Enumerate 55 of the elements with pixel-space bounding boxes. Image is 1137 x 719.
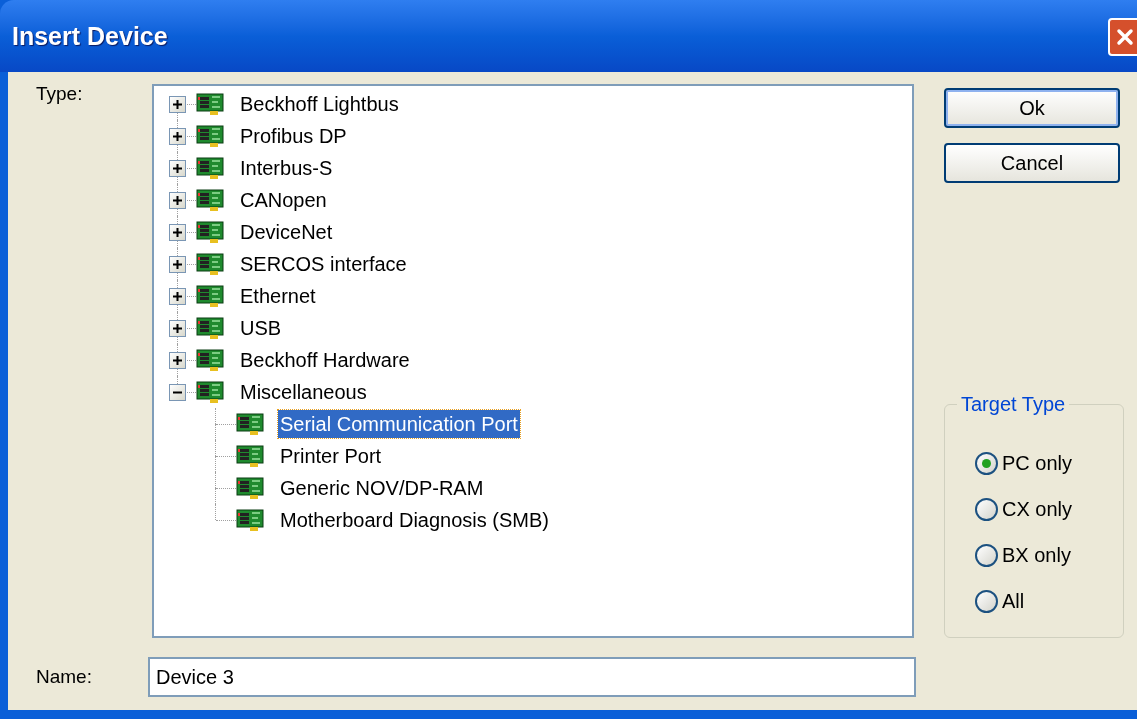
type-label: Type: xyxy=(36,83,83,104)
circuit-board-icon xyxy=(196,124,226,148)
tree-item[interactable]: Printer Port xyxy=(278,442,384,470)
tree-item[interactable]: USB xyxy=(238,314,284,342)
expand-icon[interactable] xyxy=(169,352,186,369)
close-icon xyxy=(1116,28,1134,46)
circuit-board-icon xyxy=(236,444,266,468)
circuit-board-icon xyxy=(196,220,226,244)
tree-item[interactable]: Serial Communication Port xyxy=(278,410,520,438)
circuit-board-icon xyxy=(236,412,266,436)
radio-label: PC only xyxy=(1002,451,1073,476)
expand-icon[interactable] xyxy=(169,320,186,337)
radio-button[interactable] xyxy=(975,589,998,613)
tree-item[interactable]: Profibus DP xyxy=(238,122,349,150)
expand-icon[interactable] xyxy=(169,160,186,177)
name-field[interactable]: Device 3 xyxy=(148,657,916,697)
tree-item[interactable]: Interbus-S xyxy=(238,154,335,182)
tree-item[interactable]: Ethernet xyxy=(238,282,318,310)
tree-item[interactable]: Motherboard Diagnosis (SMB) xyxy=(278,506,551,534)
radio-button[interactable] xyxy=(975,543,998,567)
close-button[interactable] xyxy=(1108,18,1137,56)
tree-item[interactable]: DeviceNet xyxy=(238,218,335,246)
radio-label: All xyxy=(1002,589,1025,614)
circuit-board-icon xyxy=(196,316,226,340)
circuit-board-icon xyxy=(196,252,226,276)
circuit-board-icon xyxy=(196,348,226,372)
circuit-board-icon xyxy=(236,508,266,532)
circuit-board-icon xyxy=(196,156,226,180)
radio-label: BX only xyxy=(1002,543,1071,568)
radio-button[interactable] xyxy=(975,451,998,475)
circuit-board-icon xyxy=(196,92,226,116)
tree-item[interactable]: CANopen xyxy=(238,186,329,214)
tree-item[interactable]: SERCOS interface xyxy=(238,250,409,278)
tree-item[interactable]: Generic NOV/DP-RAM xyxy=(278,474,486,502)
tree-item[interactable]: Miscellaneous xyxy=(238,378,369,406)
expand-icon[interactable] xyxy=(169,128,186,145)
tree-item[interactable]: Beckhoff Lightbus xyxy=(238,90,401,118)
cancel-button[interactable]: Cancel xyxy=(944,143,1120,183)
window-title: Insert Device xyxy=(12,21,168,52)
expand-icon[interactable] xyxy=(169,256,186,273)
expand-icon[interactable] xyxy=(169,224,186,241)
radio-label: CX only xyxy=(1002,497,1073,522)
ok-button[interactable]: Ok xyxy=(944,88,1120,128)
circuit-board-icon xyxy=(196,188,226,212)
tree-item[interactable]: Beckhoff Hardware xyxy=(238,346,412,374)
circuit-board-icon xyxy=(196,380,226,404)
expand-icon[interactable] xyxy=(169,288,186,305)
device-tree[interactable] xyxy=(152,84,914,638)
expand-icon[interactable] xyxy=(169,192,186,209)
expand-icon[interactable] xyxy=(169,96,186,113)
radio-button[interactable] xyxy=(975,497,998,521)
circuit-board-icon xyxy=(236,476,266,500)
collapse-icon[interactable] xyxy=(169,384,186,401)
circuit-board-icon xyxy=(196,284,226,308)
name-label: Name: xyxy=(36,664,93,689)
